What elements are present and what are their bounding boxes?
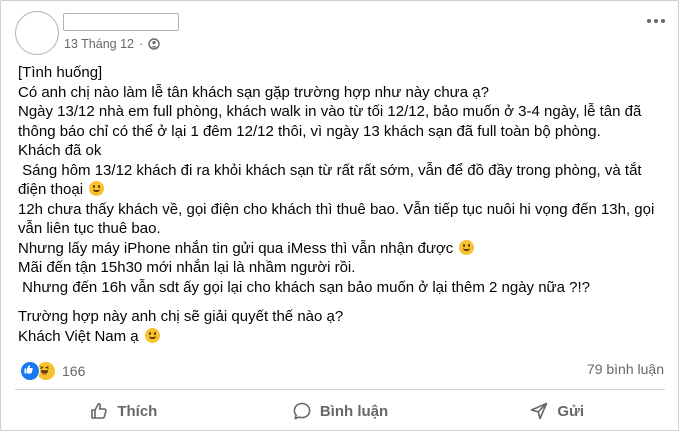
comment-count-link[interactable]: 79 bình luận — [587, 361, 664, 377]
body-line: [Tình huống] — [18, 64, 103, 81]
smile-emoji-icon — [89, 181, 105, 196]
body-line: Nhưng lấy máy iPhone nhắn tin gửi qua iM… — [18, 239, 454, 257]
post-stats: 166 79 bình luận — [20, 361, 664, 381]
body-line-with-emoji: Sáng hôm 13/12 khách đi ra khỏi khách sạ… — [18, 161, 658, 200]
reaction-count: 166 — [62, 363, 86, 379]
body-line: Có anh chị nào làm lễ tân khách sạn gặp … — [18, 83, 489, 101]
post-meta: 13 Tháng 12 · — [64, 37, 160, 51]
globe-icon — [148, 38, 160, 50]
post-header: 13 Tháng 12 · — [15, 11, 665, 57]
like-label: Thích — [117, 402, 158, 420]
comment-label: Bình luận — [319, 402, 389, 420]
body-line: Trường hợp này anh chị sẽ giải quyết thế… — [18, 308, 344, 325]
post-body: [Tình huống] Có anh chị nào làm lễ tân k… — [18, 63, 658, 346]
author-name[interactable] — [63, 13, 179, 31]
like-icon — [20, 361, 40, 381]
body-line: Khách Việt Nam ạ — [18, 327, 139, 345]
share-button[interactable]: Gửi — [448, 393, 665, 429]
like-button[interactable]: Thích — [15, 393, 232, 429]
body-line: Sáng hôm 13/12 khách đi ra khỏi khách sạ… — [18, 161, 646, 199]
body-line: Nhưng đến 16h vẫn sdt ấy gọi lại cho khá… — [18, 278, 590, 296]
meta-separator: · — [138, 37, 144, 51]
smile-emoji-icon — [144, 327, 160, 343]
smile-emoji-icon — [459, 239, 475, 255]
body-line-with-emoji: Nhưng lấy máy iPhone nhắn tin gửi qua iM… — [18, 239, 658, 259]
thumbs-up-icon — [91, 402, 108, 419]
body-line: Ngày 13/12 nhà em full phòng, khách walk… — [18, 103, 646, 140]
avatar[interactable] — [15, 11, 59, 55]
comment-icon — [293, 402, 311, 420]
more-options-icon[interactable] — [647, 19, 665, 23]
reactions-summary[interactable]: 166 — [20, 361, 85, 381]
body-line: Mãi đến tận 15h30 mới nhắn lại là nhầm n… — [18, 259, 356, 276]
share-label: Gửi — [557, 402, 585, 420]
body-line: 12h chưa thấy khách về, gọi điện cho khá… — [18, 200, 659, 238]
send-icon — [531, 402, 548, 420]
body-line-with-emoji: Khách Việt Nam ạ — [18, 327, 658, 347]
comment-button[interactable]: Bình luận — [232, 393, 449, 429]
body-line: Khách đã ok — [18, 142, 102, 159]
post-date[interactable]: 13 Tháng 12 — [64, 37, 134, 51]
post-card: 13 Tháng 12 · [Tình huống] Có anh chị nà… — [0, 0, 679, 431]
divider — [15, 389, 665, 390]
post-actions: Thích Bình luận Gửi — [15, 393, 665, 429]
